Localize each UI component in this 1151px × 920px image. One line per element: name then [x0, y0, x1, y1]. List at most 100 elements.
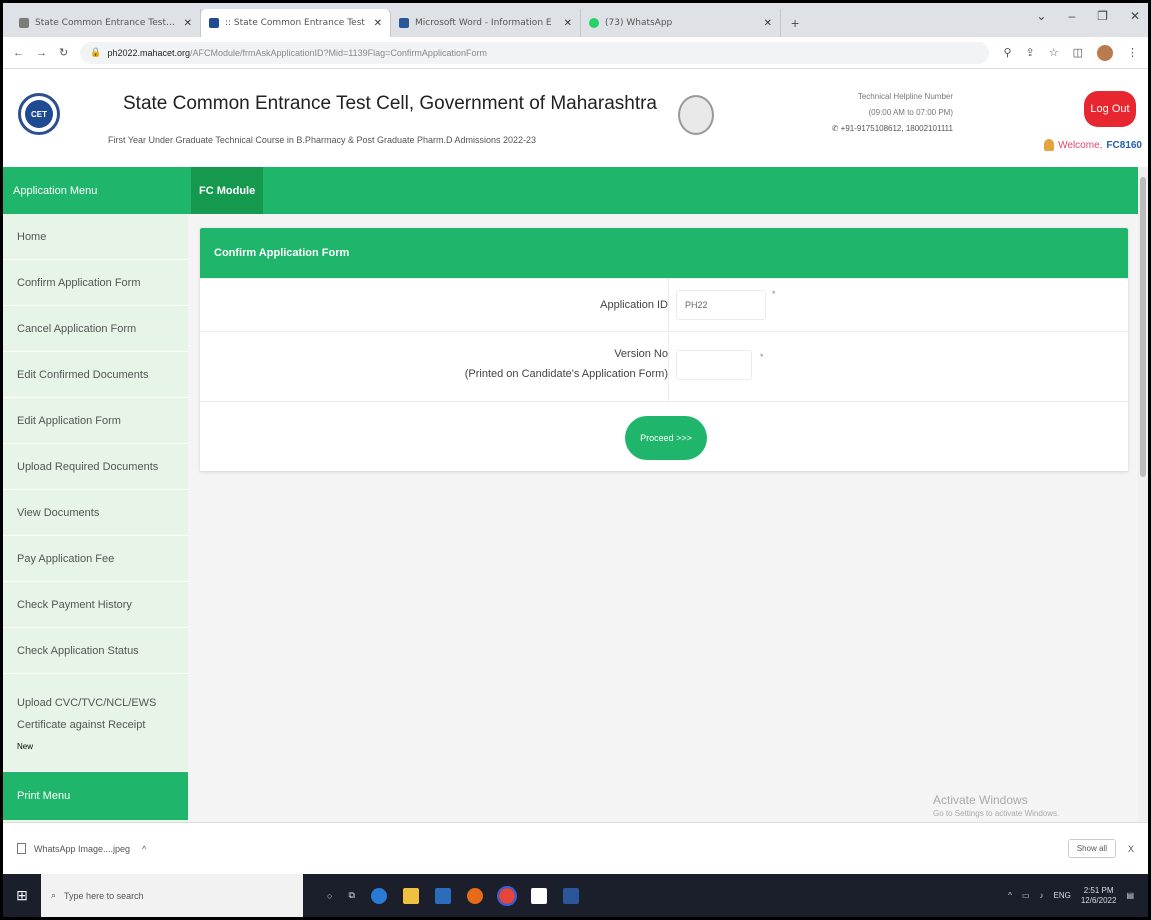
- reload-icon[interactable]: ↻: [59, 46, 68, 59]
- chrome-icon[interactable]: [496, 885, 517, 906]
- restore-icon[interactable]: ❐: [1097, 9, 1108, 23]
- profile-avatar[interactable]: [1097, 44, 1113, 61]
- print-menu-title[interactable]: Print Menu: [3, 772, 188, 820]
- sidebar: Home Confirm Application Form Cancel App…: [3, 214, 188, 822]
- main-navbar: Application Menu FC Module: [3, 167, 1138, 214]
- tab-fc-module[interactable]: FC Module: [191, 167, 264, 214]
- taskbar-search[interactable]: ⌕ Type here to search: [41, 874, 303, 917]
- url-host: ph2022.mahacet.org: [107, 47, 190, 58]
- close-shelf-icon[interactable]: X: [1128, 844, 1134, 854]
- chevron-up-icon[interactable]: ^: [1008, 891, 1012, 900]
- application-menu-title: Application Menu: [13, 184, 98, 197]
- helpline-block: Technical Helpline Number (09:00 AM to 0…: [763, 89, 953, 137]
- back-icon[interactable]: ←: [13, 47, 24, 59]
- phone-icon: ✆: [831, 124, 841, 133]
- tab-title: :: State Common Entrance Test: [225, 18, 365, 28]
- tab-title: State Common Entrance Test Ce: [35, 18, 178, 28]
- required-mark: *: [760, 352, 764, 362]
- star-icon[interactable]: ☆: [1049, 46, 1059, 59]
- browser-tab-active[interactable]: :: State Common Entrance Test ✕: [201, 9, 391, 37]
- taskbar-search-placeholder: Type here to search: [64, 890, 144, 901]
- taskbar-apps: ○ ⧉: [327, 885, 579, 906]
- volume-icon[interactable]: ♪: [1040, 891, 1044, 900]
- download-filename[interactable]: WhatsApp Image....jpeg: [34, 844, 130, 854]
- browser-tab[interactable]: State Common Entrance Test Ce ✕: [11, 9, 201, 37]
- chevron-up-icon[interactable]: ^: [142, 844, 146, 854]
- close-tab-icon[interactable]: ✕: [184, 18, 192, 29]
- edge-icon[interactable]: [370, 887, 387, 904]
- version-no-label: Version No (Printed on Candidate's Appli…: [464, 348, 668, 380]
- user-icon: [1044, 139, 1055, 151]
- zoom-icon[interactable]: ⚲: [1003, 46, 1011, 59]
- sidebar-item-application-status[interactable]: Check Application Status: [3, 628, 188, 674]
- mail-icon[interactable]: [434, 887, 451, 904]
- page-scrollbar[interactable]: [1138, 167, 1148, 822]
- proceed-button[interactable]: Proceed >>>: [625, 416, 707, 460]
- firefox-icon[interactable]: [466, 887, 483, 904]
- confirm-application-card: Confirm Application Form Application ID …: [200, 228, 1128, 471]
- sidebar-item-edit-confirmed-documents[interactable]: Edit Confirmed Documents: [3, 352, 188, 398]
- extensions-icon[interactable]: ◫: [1073, 46, 1083, 59]
- sidebar-item-view-documents[interactable]: View Documents: [3, 490, 188, 536]
- main-content: Confirm Application Form Application ID …: [188, 214, 1138, 822]
- browser-toolbar: ← → ↻ 🔒 ph2022.mahacet.org /AFCModule/fr…: [3, 37, 1148, 69]
- language-indicator[interactable]: ENG: [1054, 891, 1071, 900]
- menu-kebab-icon[interactable]: ⋮: [1127, 46, 1138, 59]
- task-view-icon[interactable]: ⧉: [348, 890, 354, 901]
- browser-actions: ⚲ ⇪ ☆ ◫ ⋮: [1003, 44, 1138, 61]
- sidebar-item-upload-documents[interactable]: Upload Required Documents: [3, 444, 188, 490]
- clock[interactable]: 2:51 PM 12/6/2022: [1081, 886, 1117, 906]
- card-heading: Confirm Application Form: [200, 228, 1128, 278]
- download-shelf: WhatsApp Image....jpeg ^ Show all X: [3, 822, 1148, 874]
- screen: State Common Entrance Test Ce ✕ :: State…: [3, 3, 1148, 917]
- network-icon[interactable]: ▭: [1022, 891, 1030, 900]
- chevron-down-icon[interactable]: ⌄: [1036, 9, 1046, 23]
- minimize-icon[interactable]: –: [1068, 9, 1075, 23]
- store-icon[interactable]: [530, 887, 547, 904]
- notifications-icon[interactable]: ▤: [1126, 891, 1134, 900]
- tab-favicon-icon: [209, 18, 219, 28]
- close-tab-icon[interactable]: ✕: [564, 18, 572, 29]
- tab-favicon-icon: [399, 18, 409, 28]
- sidebar-item-upload-certificate[interactable]: Upload CVC/TVC/NCL/EWS Certificate again…: [3, 674, 188, 772]
- sidebar-item-payment-history[interactable]: Check Payment History: [3, 582, 188, 628]
- application-id-input[interactable]: [676, 290, 766, 320]
- site-title: State Common Entrance Test Cell, Governm…: [123, 93, 658, 114]
- logout-button[interactable]: Log Out: [1084, 91, 1136, 127]
- windows-start-icon[interactable]: ⊞: [3, 874, 41, 917]
- url-path: /AFCModule/frmAskApplicationID?Mid=1139F…: [190, 47, 487, 58]
- sidebar-item-confirm-application[interactable]: Confirm Application Form: [3, 260, 188, 306]
- sidebar-item-edit-application[interactable]: Edit Application Form: [3, 398, 188, 444]
- share-icon[interactable]: ⇪: [1026, 46, 1035, 59]
- show-all-button[interactable]: Show all: [1067, 839, 1116, 858]
- browser-tab[interactable]: Microsoft Word - Information E ✕: [391, 9, 581, 37]
- required-mark: *: [772, 289, 776, 299]
- sidebar-item-cancel-application[interactable]: Cancel Application Form: [3, 306, 188, 352]
- windows-taskbar: ⊞ ⌕ Type here to search ○ ⧉ ^ ▭ ♪ ENG 2:…: [3, 874, 1148, 917]
- browser-tab[interactable]: (73) WhatsApp ✕: [581, 9, 781, 37]
- address-bar[interactable]: 🔒 ph2022.mahacet.org /AFCModule/frmAskAp…: [80, 41, 990, 64]
- activate-windows-watermark: Activate Windows Go to Settings to activ…: [933, 793, 1060, 818]
- sidebar-item-home[interactable]: Home: [3, 214, 188, 260]
- close-tab-icon[interactable]: ✕: [374, 18, 382, 29]
- close-window-icon[interactable]: ✕: [1130, 9, 1140, 23]
- version-no-input[interactable]: [676, 350, 752, 380]
- helpline-phone: ✆ +91-9175108612, 18002101111: [831, 124, 953, 133]
- version-no-row: Version No (Printed on Candidate's Appli…: [200, 331, 1128, 401]
- application-id-label: Application ID: [600, 299, 668, 311]
- forward-icon[interactable]: →: [36, 47, 47, 59]
- tab-title: (73) WhatsApp: [605, 18, 673, 28]
- tab-favicon-icon: [19, 18, 29, 28]
- cortana-icon[interactable]: ○: [327, 891, 332, 901]
- scrollbar-thumb[interactable]: [1140, 177, 1146, 477]
- government-emblem-icon: [678, 95, 714, 135]
- sidebar-item-pay-fee[interactable]: Pay Application Fee: [3, 536, 188, 582]
- new-tab-button[interactable]: +: [781, 15, 809, 37]
- welcome-user: Welcome, FC8160: [1044, 139, 1142, 151]
- username: FC8160: [1106, 139, 1142, 151]
- file-explorer-icon[interactable]: [402, 887, 419, 904]
- close-tab-icon[interactable]: ✕: [764, 18, 772, 29]
- word-icon[interactable]: [562, 887, 579, 904]
- cet-logo: CET: [18, 93, 60, 135]
- new-badge: New: [17, 741, 34, 751]
